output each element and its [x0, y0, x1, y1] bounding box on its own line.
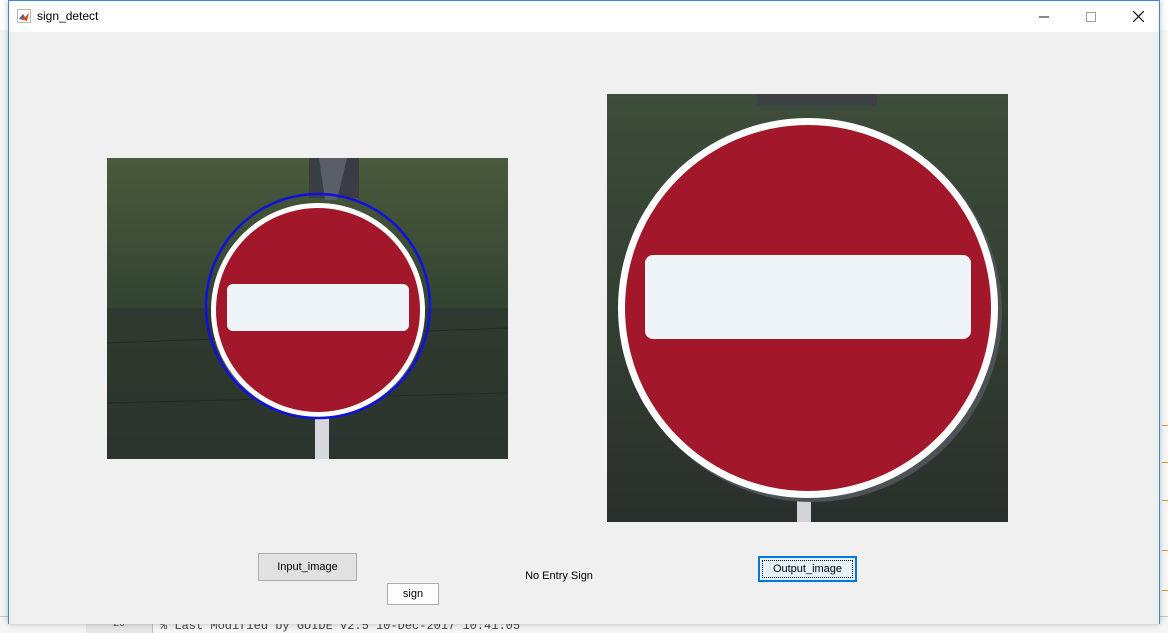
close-button[interactable] — [1115, 1, 1161, 32]
window-title: sign_detect — [37, 9, 99, 23]
marker-tick — [1162, 462, 1168, 463]
output-image-button[interactable]: Output_image — [758, 556, 857, 582]
minimize-button[interactable] — [1021, 1, 1067, 32]
figure-window: sign_detect Input_image Output_image sig… — [8, 0, 1160, 624]
figure-content: Input_image Output_image sign No Entry S… — [9, 32, 1159, 624]
close-icon — [1132, 11, 1144, 22]
maximize-icon — [1086, 11, 1096, 22]
marker-tick — [1162, 500, 1168, 501]
output-image-axes — [607, 94, 1008, 522]
input-sign-image — [107, 158, 508, 459]
input-image-button[interactable]: Input_image — [258, 553, 357, 581]
marker-tick — [1162, 550, 1168, 551]
background-right-panel — [1159, 30, 1168, 632]
output-sign-image — [607, 94, 1008, 522]
minimize-icon — [1039, 16, 1049, 17]
maximize-button[interactable] — [1068, 1, 1114, 32]
marker-tick — [1162, 425, 1168, 426]
title-bar[interactable]: sign_detect — [9, 1, 1159, 32]
result-label: No Entry Sign — [525, 570, 593, 582]
input-image-axes — [107, 158, 508, 459]
marker-tick — [1162, 590, 1168, 591]
matlab-icon — [17, 9, 31, 23]
sign-button[interactable]: sign — [387, 583, 439, 605]
